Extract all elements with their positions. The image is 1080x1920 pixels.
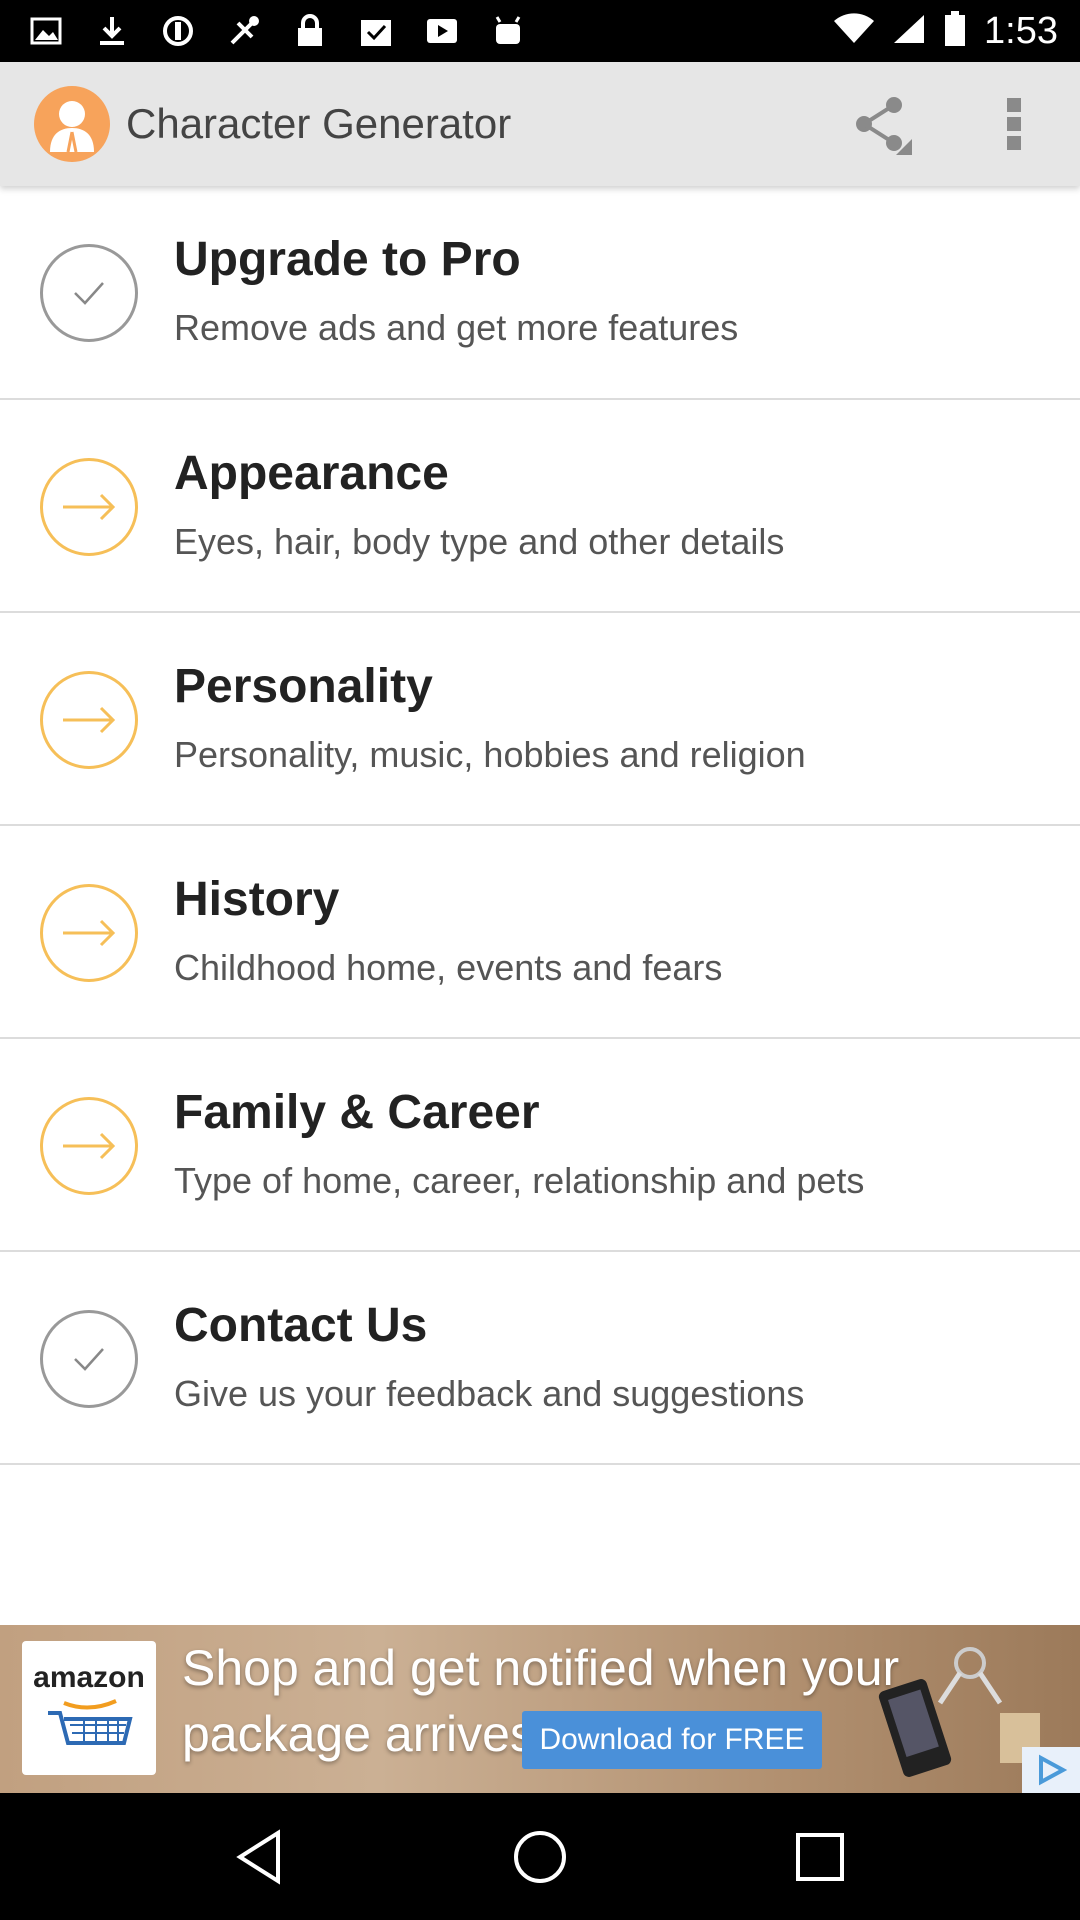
menu-item-personality[interactable]: Personality Personality, music, hobbies … bbox=[0, 613, 1080, 826]
menu-item-title: Personality bbox=[174, 660, 433, 713]
adchoices-icon[interactable] bbox=[1022, 1747, 1080, 1793]
menu-item-title: Appearance bbox=[174, 447, 449, 500]
home-icon bbox=[514, 1830, 566, 1883]
video-icon bbox=[422, 11, 462, 51]
share-icon bbox=[856, 97, 912, 155]
menu-item-subtitle: Type of home, career, relationship and p… bbox=[174, 1160, 865, 1201]
ad-product-image bbox=[878, 1647, 1040, 1777]
menu-item-subtitle: Remove ads and get more features bbox=[174, 307, 739, 348]
app-bar: Character Generator bbox=[0, 62, 1080, 186]
ad-headline-2: package arrives bbox=[182, 1706, 535, 1762]
lock-icon bbox=[290, 11, 330, 51]
ad-banner[interactable]: amazon Shop and get notified when your p… bbox=[0, 1625, 1080, 1793]
blocked-icon bbox=[158, 11, 198, 51]
menu-item-history[interactable]: History Childhood home, events and fears bbox=[0, 826, 1080, 1039]
app-title: Character Generator bbox=[126, 100, 512, 147]
menu-item-appearance[interactable]: Appearance Eyes, hair, body type and oth… bbox=[0, 400, 1080, 613]
menu-item-subtitle: Eyes, hair, body type and other details bbox=[174, 521, 785, 562]
back-button[interactable] bbox=[215, 1812, 305, 1902]
shopping-cart-icon bbox=[48, 1699, 133, 1745]
clipboard-icon bbox=[356, 11, 396, 51]
ad-download-button[interactable]: Download for FREE bbox=[522, 1711, 822, 1769]
menu-item-title: Upgrade to Pro bbox=[174, 233, 521, 286]
ad-brand: amazon bbox=[33, 1661, 145, 1694]
recents-icon bbox=[796, 1832, 844, 1881]
home-button[interactable] bbox=[495, 1812, 585, 1902]
menu-item-subtitle: Give us your feedback and suggestions bbox=[174, 1373, 805, 1414]
status-time: 1:53 bbox=[984, 9, 1058, 52]
recents-button[interactable] bbox=[775, 1812, 865, 1902]
status-bar: 1:53 bbox=[0, 0, 1080, 62]
check-icon bbox=[40, 244, 138, 342]
battery-icon bbox=[944, 10, 966, 52]
back-icon bbox=[236, 1828, 280, 1885]
menu-item-subtitle: Personality, music, hobbies and religion bbox=[174, 734, 806, 775]
download-icon bbox=[92, 11, 132, 51]
menu-item-contact-us[interactable]: Contact Us Give us your feedback and sug… bbox=[0, 1252, 1080, 1465]
arrow-right-icon bbox=[40, 458, 138, 556]
amazon-logo: amazon bbox=[22, 1641, 156, 1775]
menu-item-family-career[interactable]: Family & Career Type of home, career, re… bbox=[0, 1039, 1080, 1252]
menu-item-title: Contact Us bbox=[174, 1299, 428, 1352]
fake-gps-icon bbox=[224, 11, 264, 51]
menu-item-title: Family & Career bbox=[174, 1086, 540, 1139]
menu-item-title: History bbox=[174, 873, 340, 926]
wifi-icon bbox=[834, 12, 875, 50]
ad-headline: Shop and get notified when your bbox=[182, 1640, 900, 1696]
notification-icons bbox=[0, 11, 528, 51]
arrow-right-icon bbox=[40, 1097, 138, 1195]
arrow-right-icon bbox=[40, 884, 138, 982]
menu-item-subtitle: Childhood home, events and fears bbox=[174, 947, 723, 988]
check-icon bbox=[40, 1310, 138, 1408]
menu-item-upgrade-to-pro[interactable]: Upgrade to Pro Remove ads and get more f… bbox=[0, 186, 1080, 400]
menu-list: Upgrade to Pro Remove ads and get more f… bbox=[0, 186, 1080, 1465]
overflow-menu-button[interactable] bbox=[984, 79, 1044, 169]
navigation-bar bbox=[0, 1793, 1080, 1920]
android-icon bbox=[488, 11, 528, 51]
more-vertical-icon bbox=[1007, 98, 1021, 150]
share-button[interactable] bbox=[836, 79, 926, 169]
arrow-right-icon bbox=[40, 671, 138, 769]
signal-icon bbox=[892, 13, 926, 50]
image-icon bbox=[26, 11, 66, 51]
person-avatar-icon bbox=[34, 86, 110, 162]
